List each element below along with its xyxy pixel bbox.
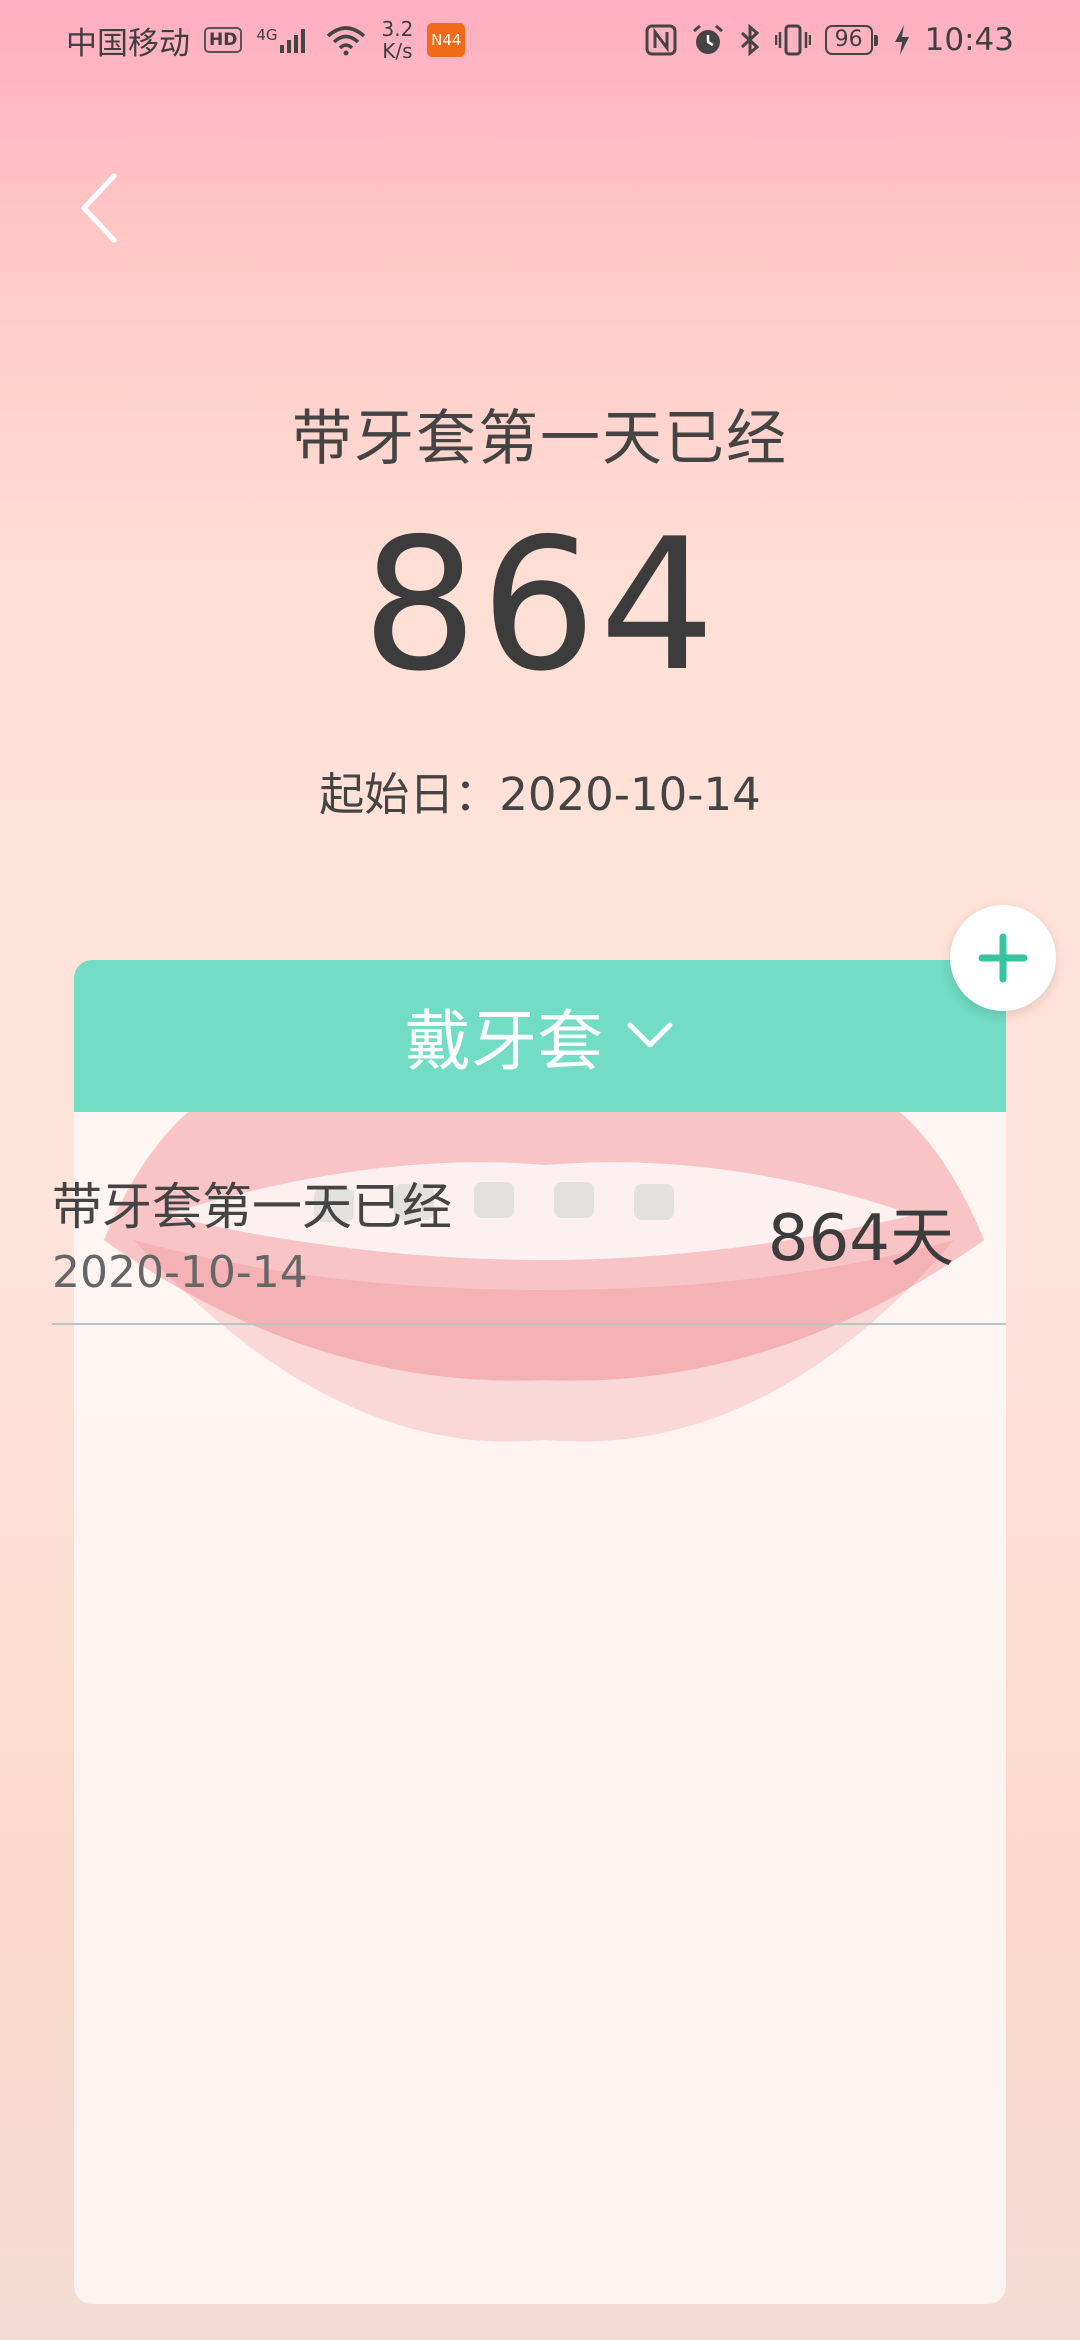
category-label: 戴牙套 <box>405 1003 603 1080</box>
network-type: 4G <box>256 26 278 44</box>
start-date-label: 起始日： <box>319 768 500 821</box>
vibrate-icon <box>774 24 811 56</box>
status-right: 96 10:43 <box>645 22 1014 58</box>
hero-title: 带牙套第一天已经 <box>292 404 788 474</box>
chevron-down-icon <box>627 1022 673 1048</box>
event-date: 2020-10-14 <box>52 1247 308 1298</box>
nfc-icon <box>645 24 677 56</box>
clock: 10:43 <box>924 22 1014 58</box>
app-notification-icon: N44 <box>427 23 466 57</box>
battery-indicator: 96 <box>824 25 878 55</box>
carrier-label: 中国移动 <box>66 25 190 62</box>
event-row[interactable]: 带牙套第一天已经 2020-10-14 864天 <box>52 1155 1006 1325</box>
speed-unit: K/s <box>382 39 413 63</box>
category-selector[interactable]: 戴牙套 <box>74 960 1006 1112</box>
wifi-icon <box>326 26 365 56</box>
network-speed: 3.2 K/s <box>382 18 414 62</box>
bluetooth-icon <box>740 23 759 57</box>
speed-value: 3.2 <box>381 17 414 41</box>
add-button[interactable] <box>950 905 1056 1011</box>
day-counter: 864 <box>361 499 719 711</box>
event-title: 带牙套第一天已经 <box>52 1178 452 1236</box>
status-left: 中国移动 HD 4G 3.2 K/s N44 <box>66 18 466 63</box>
chevron-left-icon <box>81 173 117 243</box>
signal-bars-icon <box>279 29 305 53</box>
hd-badge: HD <box>204 27 243 53</box>
plus-icon <box>978 933 1028 983</box>
back-button[interactable] <box>72 168 132 248</box>
event-day-count: 864天 <box>767 1202 954 1276</box>
start-date-value: 2020-10-14 <box>499 768 761 821</box>
charging-icon <box>894 25 909 55</box>
signal-icon: 4G <box>256 27 309 53</box>
alarm-icon <box>692 24 723 54</box>
start-date-line: 起始日：2020-10-14 <box>0 758 1080 823</box>
app-badge-text: N44 <box>431 31 462 49</box>
status-bar: 中国移动 HD 4G 3.2 K/s N44 96 10:43 <box>0 0 1080 80</box>
